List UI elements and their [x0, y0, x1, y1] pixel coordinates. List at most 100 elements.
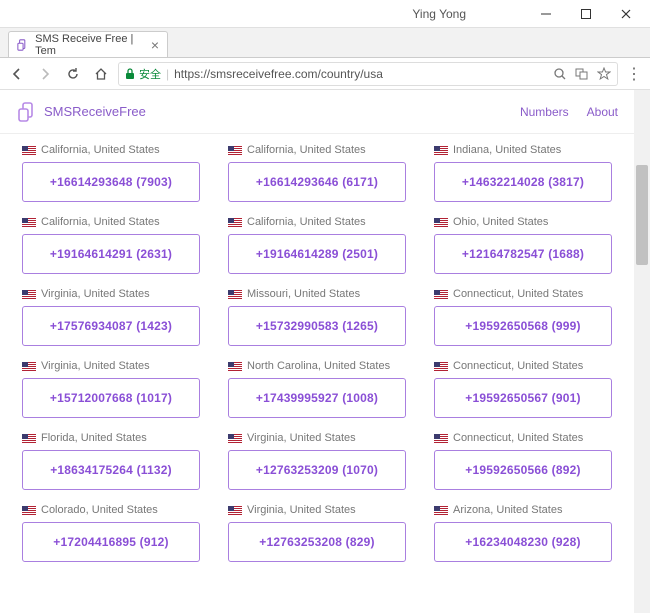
- phone-number-button[interactable]: +15732990583 (1265): [228, 306, 406, 346]
- nav-home-button[interactable]: [90, 63, 112, 85]
- phone-number-button[interactable]: +19164614291 (2631): [22, 234, 200, 274]
- address-bar[interactable]: 安全 | https://smsreceivefree.com/country/…: [118, 62, 618, 86]
- location-text: Virginia, United States: [247, 432, 356, 444]
- nav-link-about[interactable]: About: [587, 105, 618, 119]
- phone-number-text: +17576934087: [50, 319, 133, 333]
- phone-number-text: +19592650568: [465, 319, 548, 333]
- phone-number-text: +15712007668: [50, 391, 133, 405]
- phone-number-text: +12763253208: [259, 535, 342, 549]
- phone-count-text: (7903): [136, 175, 172, 189]
- phone-number-text: +17204416895: [53, 535, 136, 549]
- phone-number-text: +15732990583: [256, 319, 339, 333]
- location-text: Connecticut, United States: [453, 360, 583, 372]
- nav-back-button[interactable]: [6, 63, 28, 85]
- phone-count-text: (3817): [548, 175, 584, 189]
- phone-number-button[interactable]: +19592650567 (901): [434, 378, 612, 418]
- phone-number-text: +17439995927: [256, 391, 339, 405]
- reload-icon: [66, 67, 80, 81]
- number-cell: Colorado, United States +17204416895 (912…: [22, 504, 200, 562]
- location-text: California, United States: [247, 144, 366, 156]
- phone-number-button[interactable]: +16614293648 (7903): [22, 162, 200, 202]
- translate-icon[interactable]: [575, 67, 589, 81]
- phone-number-text: +19592650566: [465, 463, 548, 477]
- scrollbar-thumb[interactable]: [636, 165, 648, 265]
- phone-count-text: (1423): [136, 319, 172, 333]
- number-cell: Virginia, United States+17576934087 (142…: [22, 288, 200, 346]
- bookmark-star-icon[interactable]: [597, 67, 611, 81]
- phone-number-button[interactable]: +17439995927 (1008): [228, 378, 406, 418]
- browser-toolbar: 安全 | https://smsreceivefree.com/country/…: [0, 58, 650, 90]
- phone-number-button[interactable]: +12164782547 (1688): [434, 234, 612, 274]
- number-cell: Connecticut, United States +19592650566 (…: [434, 432, 612, 490]
- number-cell: California, United States +19164614289 (2…: [228, 216, 406, 274]
- location-text: Arizona, United States: [453, 504, 562, 516]
- flag-us-icon: [434, 434, 448, 443]
- phone-number-text: +16614293646: [256, 175, 339, 189]
- phone-count-text: (1017): [136, 391, 172, 405]
- location-text: Indiana, United States: [453, 144, 561, 156]
- flag-us-icon: [434, 218, 448, 227]
- number-location: Indiana, United States: [434, 144, 612, 156]
- phone-number-button[interactable]: +19592650568 (999): [434, 306, 612, 346]
- home-icon: [94, 67, 108, 81]
- search-engine-icon[interactable]: [553, 67, 567, 81]
- phone-number-button[interactable]: +14632214028 (3817): [434, 162, 612, 202]
- window-maximize-button[interactable]: [566, 0, 606, 28]
- phone-number-button[interactable]: +19164614289 (2501): [228, 234, 406, 274]
- site-logo[interactable]: SMSReceiveFree: [16, 101, 146, 123]
- flag-us-icon: [22, 290, 36, 299]
- phone-number-text: +18634175264: [50, 463, 133, 477]
- number-location: California, United States: [22, 144, 200, 156]
- flag-us-icon: [434, 506, 448, 515]
- number-location: Virginia, United States: [228, 504, 406, 516]
- location-text: Colorado, United States: [41, 504, 158, 516]
- phone-number-button[interactable]: +12763253209 (1070): [228, 450, 406, 490]
- location-text: California, United States: [41, 144, 160, 156]
- flag-us-icon: [228, 146, 242, 155]
- location-text: North Carolina, United States: [247, 360, 390, 372]
- phone-count-text: (1132): [137, 463, 172, 477]
- lock-icon: [125, 68, 135, 80]
- phone-number-button[interactable]: +17204416895 (912): [22, 522, 200, 562]
- nav-reload-button[interactable]: [62, 63, 84, 85]
- nav-forward-button[interactable]: [34, 63, 56, 85]
- browser-tabstrip: SMS Receive Free | Tem ×: [0, 28, 650, 58]
- phone-number-button[interactable]: +15712007668 (1017): [22, 378, 200, 418]
- secure-badge: 安全: [125, 66, 161, 82]
- phone-number-button[interactable]: +17576934087 (1423): [22, 306, 200, 346]
- favicon-icon: [17, 38, 29, 52]
- phone-number-text: +16614293648: [50, 175, 133, 189]
- arrow-right-icon: [38, 67, 52, 81]
- phone-number-button[interactable]: +16234048230 (928): [434, 522, 612, 562]
- nav-link-numbers[interactable]: Numbers: [520, 105, 569, 119]
- phone-number-button[interactable]: +19592650566 (892): [434, 450, 612, 490]
- number-location: California, United States: [228, 216, 406, 228]
- number-cell: Ohio, United States+12164782547 (1688): [434, 216, 612, 274]
- phone-number-button[interactable]: +18634175264 (1132): [22, 450, 200, 490]
- phone-number-button[interactable]: +16614293646 (6171): [228, 162, 406, 202]
- phone-number-text: +16234048230: [465, 535, 548, 549]
- phone-number-text: +12763253209: [256, 463, 339, 477]
- browser-tab[interactable]: SMS Receive Free | Tem ×: [8, 31, 168, 57]
- scrollbar-track[interactable]: [634, 90, 650, 613]
- number-location: Virginia, United States: [22, 360, 200, 372]
- location-text: Connecticut, United States: [453, 432, 583, 444]
- location-text: Virginia, United States: [247, 504, 356, 516]
- tab-close-button[interactable]: ×: [151, 37, 159, 53]
- flag-us-icon: [22, 434, 36, 443]
- site-nav: Numbers About: [520, 105, 618, 119]
- window-minimize-button[interactable]: [526, 0, 566, 28]
- number-location: Connecticut, United States: [434, 432, 612, 444]
- flag-us-icon: [22, 362, 36, 371]
- phone-number-text: +14632214028: [462, 175, 545, 189]
- flag-us-icon: [434, 146, 448, 155]
- number-cell: Connecticut, United States +19592650567 (…: [434, 360, 612, 418]
- phone-number-button[interactable]: +12763253208 (829): [228, 522, 406, 562]
- window-close-button[interactable]: [606, 0, 646, 28]
- browser-menu-button[interactable]: ⋮: [624, 64, 644, 84]
- flag-us-icon: [228, 506, 242, 515]
- maximize-icon: [580, 8, 592, 20]
- number-cell: Virginia, United States +12763253209 (107…: [228, 432, 406, 490]
- flag-us-icon: [22, 146, 36, 155]
- number-cell: Indiana, United States +14632214028 (3817…: [434, 144, 612, 202]
